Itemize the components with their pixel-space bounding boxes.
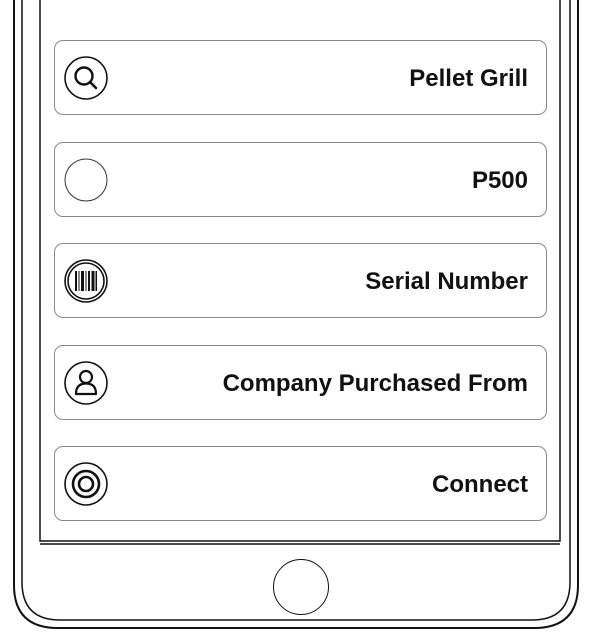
blank-circle-icon bbox=[63, 157, 109, 203]
home-button[interactable] bbox=[273, 559, 329, 615]
list-item-label: P500 bbox=[471, 167, 528, 194]
list-item-serial-number[interactable]: Serial Number bbox=[54, 243, 547, 318]
barcode-icon bbox=[63, 258, 109, 304]
list-item-label: Serial Number bbox=[365, 268, 528, 295]
list-item-label: Pellet Grill bbox=[409, 65, 528, 92]
list-item-company-purchased-from[interactable]: Company Purchased From bbox=[54, 345, 547, 420]
list-item-label: Connect bbox=[432, 471, 528, 498]
connect-target-icon bbox=[63, 461, 109, 507]
user-icon bbox=[63, 360, 109, 406]
list-item-p500[interactable]: P500 bbox=[54, 142, 547, 217]
search-icon bbox=[63, 55, 109, 101]
list-item-label: Company Purchased From bbox=[222, 370, 528, 397]
list-item-pellet-grill[interactable]: Pellet Grill bbox=[54, 40, 547, 115]
settings-list: Pellet Grill P500 Serial Number Company … bbox=[0, 0, 592, 635]
list-item-connect[interactable]: Connect bbox=[54, 446, 547, 521]
